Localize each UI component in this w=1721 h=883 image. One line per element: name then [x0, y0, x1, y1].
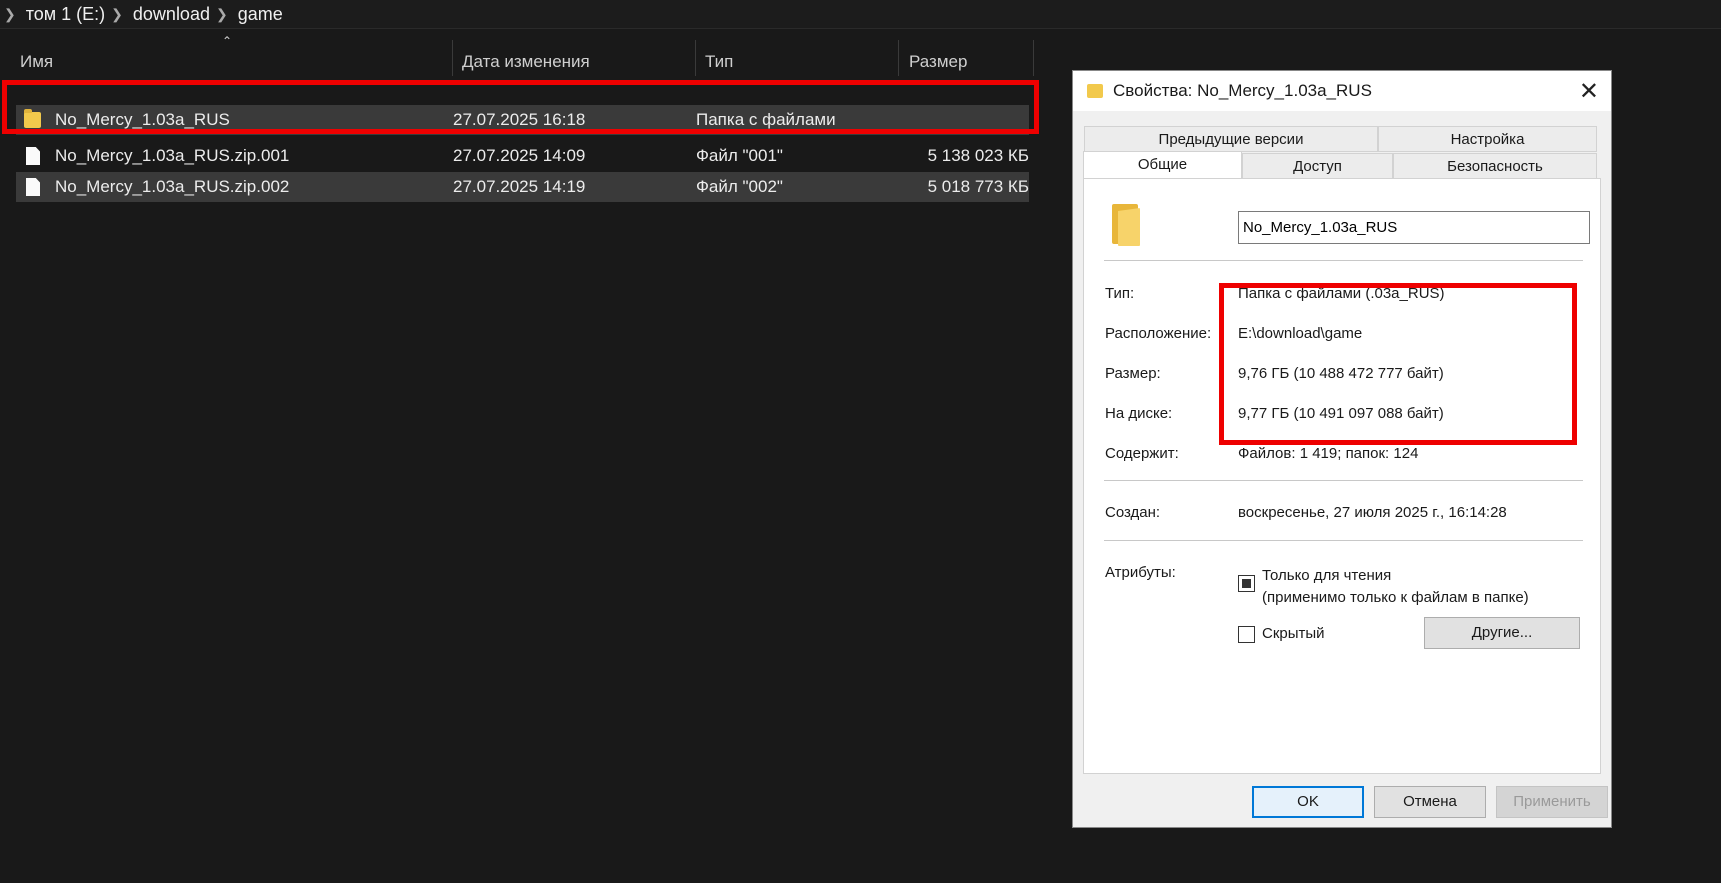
column-date[interactable]: Дата изменения [453, 40, 696, 76]
dialog-title: Свойства: No_Mercy_1.03a_RUS [1113, 81, 1372, 100]
readonly-label-line1: Только для чтения [1262, 567, 1392, 584]
column-header: ⌃ Имя Дата изменения Тип Размер [0, 34, 1040, 80]
column-size-label: Размер [909, 52, 968, 71]
breadcrumb-item-drive[interactable]: том 1 (E:) [26, 4, 105, 25]
tab-security[interactable]: Безопасность [1393, 153, 1597, 179]
chevron-right-icon[interactable]: ❯ [111, 6, 123, 23]
cancel-button[interactable]: Отмена [1374, 786, 1486, 818]
file-type: Файл "001" [696, 146, 783, 165]
close-icon[interactable]: ✕ [1579, 77, 1599, 106]
contains-label: Содержит: [1105, 445, 1179, 462]
type-label: Тип: [1105, 285, 1135, 302]
readonly-checkbox[interactable] [1238, 575, 1255, 592]
divider [1104, 480, 1583, 481]
column-name-label: Имя [20, 52, 54, 71]
readonly-label-line2: (применимо только к файлам в папке) [1262, 589, 1529, 606]
file-name: No_Mercy_1.03a_RUS.zip.001 [55, 146, 290, 165]
ok-button[interactable]: OK [1252, 786, 1364, 818]
chevron-right-icon[interactable]: ❯ [216, 6, 228, 23]
divider [1104, 540, 1583, 541]
tab-previous-versions[interactable]: Предыдущие версии [1084, 126, 1378, 152]
dialog-title-bar: Свойства: No_Mercy_1.03a_RUS ✕ [1073, 71, 1611, 111]
folder-icon [1087, 84, 1103, 98]
highlight-box [2, 80, 1039, 134]
breadcrumb-item-game[interactable]: game [238, 4, 283, 25]
file-icon [26, 178, 40, 196]
column-type[interactable]: Тип [696, 40, 899, 76]
file-type: Файл "002" [696, 177, 783, 196]
tab-sharing[interactable]: Доступ [1242, 153, 1393, 179]
column-type-label: Тип [705, 52, 734, 71]
created-value: воскресенье, 27 июля 2025 г., 16:14:28 [1238, 504, 1507, 521]
column-size[interactable]: Размер [899, 40, 1034, 76]
ondisk-label: На диске: [1105, 405, 1173, 422]
chevron-right-icon[interactable]: ❯ [4, 6, 16, 23]
hidden-label: Скрытый [1262, 625, 1325, 642]
properties-dialog: Свойства: No_Mercy_1.03a_RUS ✕ Предыдущи… [1072, 70, 1612, 828]
file-name: No_Mercy_1.03a_RUS.zip.002 [55, 177, 290, 196]
tab-customize[interactable]: Настройка [1378, 126, 1597, 152]
attributes-label: Атрибуты: [1105, 564, 1176, 581]
contains-value: Файлов: 1 419; папок: 124 [1238, 445, 1419, 462]
highlight-box [1219, 283, 1577, 445]
other-attributes-button[interactable]: Другие... [1424, 617, 1580, 649]
sort-up-icon: ⌃ [222, 34, 233, 48]
breadcrumb: ❯ том 1 (E:) ❯ download ❯ game [0, 0, 1721, 29]
column-date-label: Дата изменения [462, 52, 590, 71]
column-name[interactable]: ⌃ Имя [0, 34, 453, 76]
file-row[interactable]: No_Mercy_1.03a_RUS.zip.001 27.07.2025 14… [16, 141, 1029, 171]
tab-general[interactable]: Общие [1083, 151, 1242, 181]
hidden-checkbox[interactable] [1238, 626, 1255, 643]
file-date: 27.07.2025 14:19 [453, 177, 586, 196]
file-size: 5 018 773 КБ [927, 177, 1029, 196]
divider [1104, 260, 1583, 261]
breadcrumb-item-download[interactable]: download [133, 4, 210, 25]
file-icon [26, 147, 40, 165]
readonly-label: Только для чтения (применимо только к фа… [1262, 565, 1529, 609]
folder-icon [1112, 204, 1140, 246]
size-label: Размер: [1105, 365, 1161, 382]
file-row[interactable]: No_Mercy_1.03a_RUS.zip.002 27.07.2025 14… [16, 172, 1029, 202]
general-panel: Тип: Папка с файлами (.03a_RUS) Располож… [1083, 178, 1601, 774]
folder-name-input[interactable] [1238, 211, 1590, 244]
location-label: Расположение: [1105, 325, 1212, 342]
apply-button[interactable]: Применить [1496, 786, 1608, 818]
file-date: 27.07.2025 14:09 [453, 146, 586, 165]
created-label: Создан: [1105, 504, 1161, 521]
file-size: 5 138 023 КБ [927, 146, 1029, 165]
